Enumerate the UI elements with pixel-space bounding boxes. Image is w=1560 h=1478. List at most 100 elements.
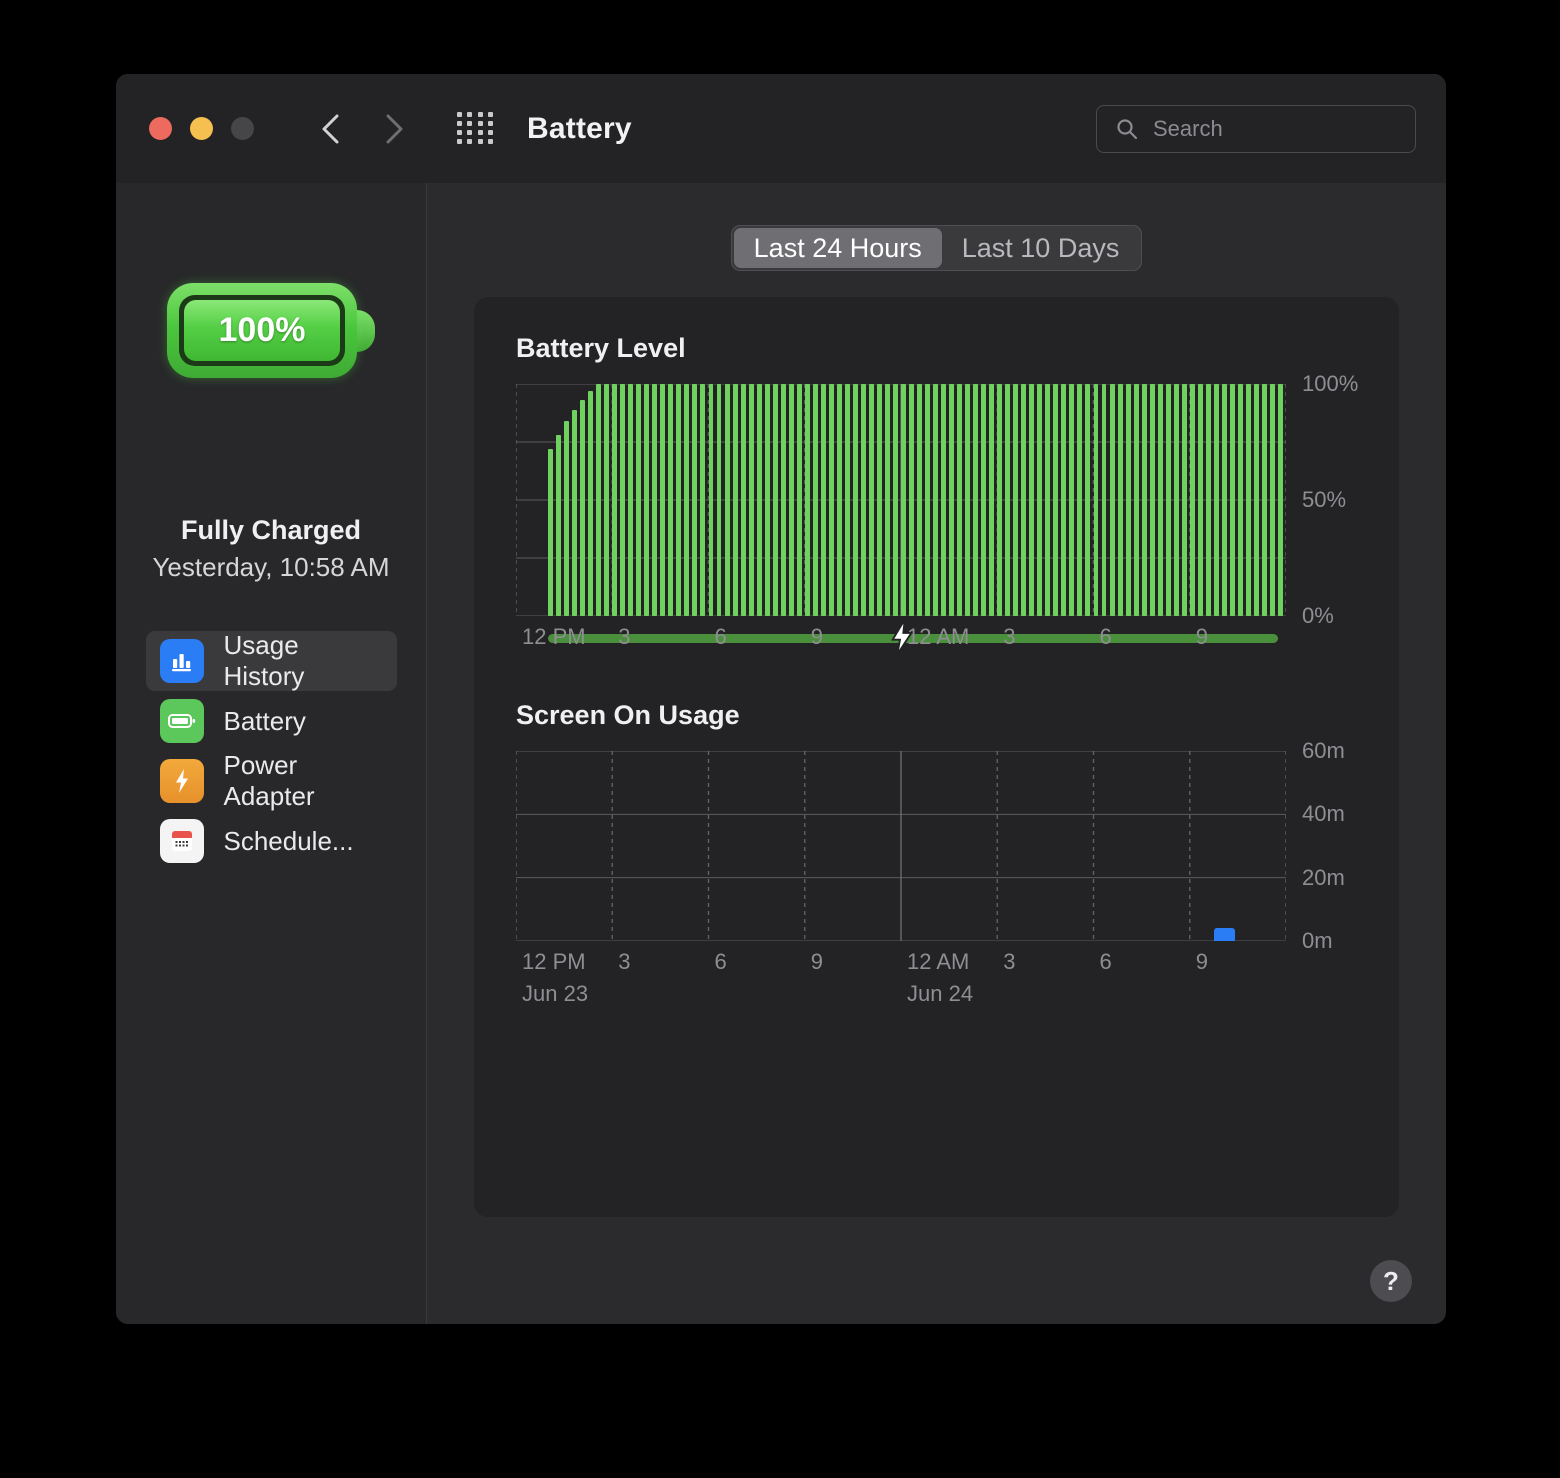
screen-on-usage-chart: 60m40m20m0m 12 PM36912 AM369Jun 23Jun 24 (516, 751, 1359, 1011)
window-titlebar: Battery Search (116, 74, 1446, 183)
y-axis-tick-label: 40m (1302, 801, 1345, 827)
search-icon (1115, 117, 1139, 141)
battery-level-title: Battery Level (516, 333, 1359, 364)
battery-level-bar (981, 384, 986, 616)
battery-level-bar (853, 384, 858, 616)
battery-level-bar (1206, 384, 1211, 616)
usage-charts-panel: Battery Level 100%50%0% 12 PM36912 AM369… (474, 297, 1399, 1217)
battery-level-bar (564, 421, 569, 616)
battery-level-bar (877, 384, 882, 616)
battery-level-bar (628, 384, 633, 616)
x-axis-tick-label: 3 (1003, 949, 1015, 975)
x-axis-tick-label: 3 (618, 949, 630, 975)
x-axis-tick-label: 6 (715, 624, 727, 650)
y-axis-tick-label: 60m (1302, 738, 1345, 764)
battery-level-bar (700, 384, 705, 616)
x-axis-date-label: Jun 23 (522, 981, 588, 1007)
battery-level-bar (1182, 384, 1187, 616)
battery-level-bar (1222, 384, 1227, 616)
tab-last-24-hours[interactable]: Last 24 Hours (734, 228, 942, 268)
battery-level-bar (765, 384, 770, 616)
battery-level-bar (1278, 384, 1283, 616)
battery-level-bar (773, 384, 778, 616)
battery-level-bar (1085, 384, 1090, 616)
x-axis-tick-label: 6 (1100, 624, 1112, 650)
sidebar-nav-list: Usage History Battery (146, 631, 397, 871)
x-axis-tick-label: 9 (811, 624, 823, 650)
x-axis-tick-label: 9 (1196, 624, 1208, 650)
battery-level-bar (797, 384, 802, 616)
bolt-icon (160, 759, 204, 803)
battery-level-bar (813, 384, 818, 616)
battery-level-bar (1094, 384, 1099, 616)
battery-level-bar (1190, 384, 1195, 616)
battery-level-bar (1013, 384, 1018, 616)
help-button[interactable]: ? (1370, 1260, 1412, 1302)
sidebar-item-battery[interactable]: Battery (146, 691, 397, 751)
battery-level-bar (1150, 384, 1155, 616)
battery-level-bar (725, 384, 730, 616)
sidebar: 100% Fully Charged Yesterday, 10:58 AM (116, 183, 427, 1324)
x-axis-tick-label: 9 (1196, 949, 1208, 975)
battery-level-bar (829, 384, 834, 616)
battery-level-bar (837, 384, 842, 616)
battery-level-bar (1254, 384, 1259, 616)
battery-level-bar (869, 384, 874, 616)
battery-level-bar (917, 384, 922, 616)
search-placeholder: Search (1153, 116, 1223, 142)
battery-level-bar (781, 384, 786, 616)
battery-level-bar (1198, 384, 1203, 616)
battery-level-bar (925, 384, 930, 616)
battery-level-bar (749, 384, 754, 616)
sidebar-item-usage-history[interactable]: Usage History (146, 631, 397, 691)
sidebar-item-label: Power Adapter (224, 750, 383, 812)
battery-level-bar (668, 384, 673, 616)
x-axis-date-label: Jun 24 (907, 981, 973, 1007)
battery-level-bar (1045, 384, 1050, 616)
battery-level-bar (989, 384, 994, 616)
back-chevron-icon[interactable] (318, 112, 344, 146)
forward-chevron-icon[interactable] (381, 112, 407, 146)
minimize-button[interactable] (190, 117, 213, 140)
battery-level-bar (1174, 384, 1179, 616)
battery-level-bar (652, 384, 657, 616)
timeframe-segmented-control: Last 24 Hours Last 10 Days (731, 225, 1143, 271)
search-field[interactable]: Search (1096, 105, 1416, 153)
x-axis-tick-label: 12 AM (907, 624, 969, 650)
battery-level-bar (1110, 384, 1115, 616)
tab-last-10-days[interactable]: Last 10 Days (942, 228, 1140, 268)
battery-level-bar (845, 384, 850, 616)
battery-level-bar (885, 384, 890, 616)
x-axis-tick-label: 6 (715, 949, 727, 975)
battery-level-bar (1158, 384, 1163, 616)
battery-level-bar (556, 435, 561, 616)
battery-level-bar (580, 400, 585, 616)
battery-level-bar (1053, 384, 1058, 616)
battery-level-bar (805, 384, 810, 616)
y-axis-tick-label: 100% (1302, 371, 1358, 397)
x-axis-tick-label: 12 PM (522, 949, 586, 975)
charging-bolt-icon (890, 618, 914, 661)
battery-level-bar (1126, 384, 1131, 616)
main-content: Last 24 Hours Last 10 Days Battery Level… (427, 183, 1446, 1324)
page-title: Battery (527, 112, 632, 146)
sidebar-item-power-adapter[interactable]: Power Adapter (146, 751, 397, 811)
battery-level-bar (741, 384, 746, 616)
battery-level-bar (548, 449, 553, 616)
x-axis-tick-label: 3 (618, 624, 630, 650)
show-all-grid-icon[interactable] (457, 112, 495, 146)
battery-level-bar (909, 384, 914, 616)
chart-gridlines (516, 751, 1286, 941)
battery-level-bar (1005, 384, 1010, 616)
battery-level-bar (717, 384, 722, 616)
battery-percent-label: 100% (219, 311, 306, 350)
battery-level-bar (1230, 384, 1235, 616)
sidebar-item-schedule[interactable]: Schedule... (146, 811, 397, 871)
battery-level-chart: 100%50%0% 12 PM36912 AM369 (516, 384, 1359, 674)
close-button[interactable] (149, 117, 172, 140)
y-axis-tick-label: 20m (1302, 865, 1345, 891)
battery-level-bar (1037, 384, 1042, 616)
battery-level-bar (997, 384, 1002, 616)
battery-level-bar (1214, 384, 1219, 616)
battery-level-bar (1077, 384, 1082, 616)
